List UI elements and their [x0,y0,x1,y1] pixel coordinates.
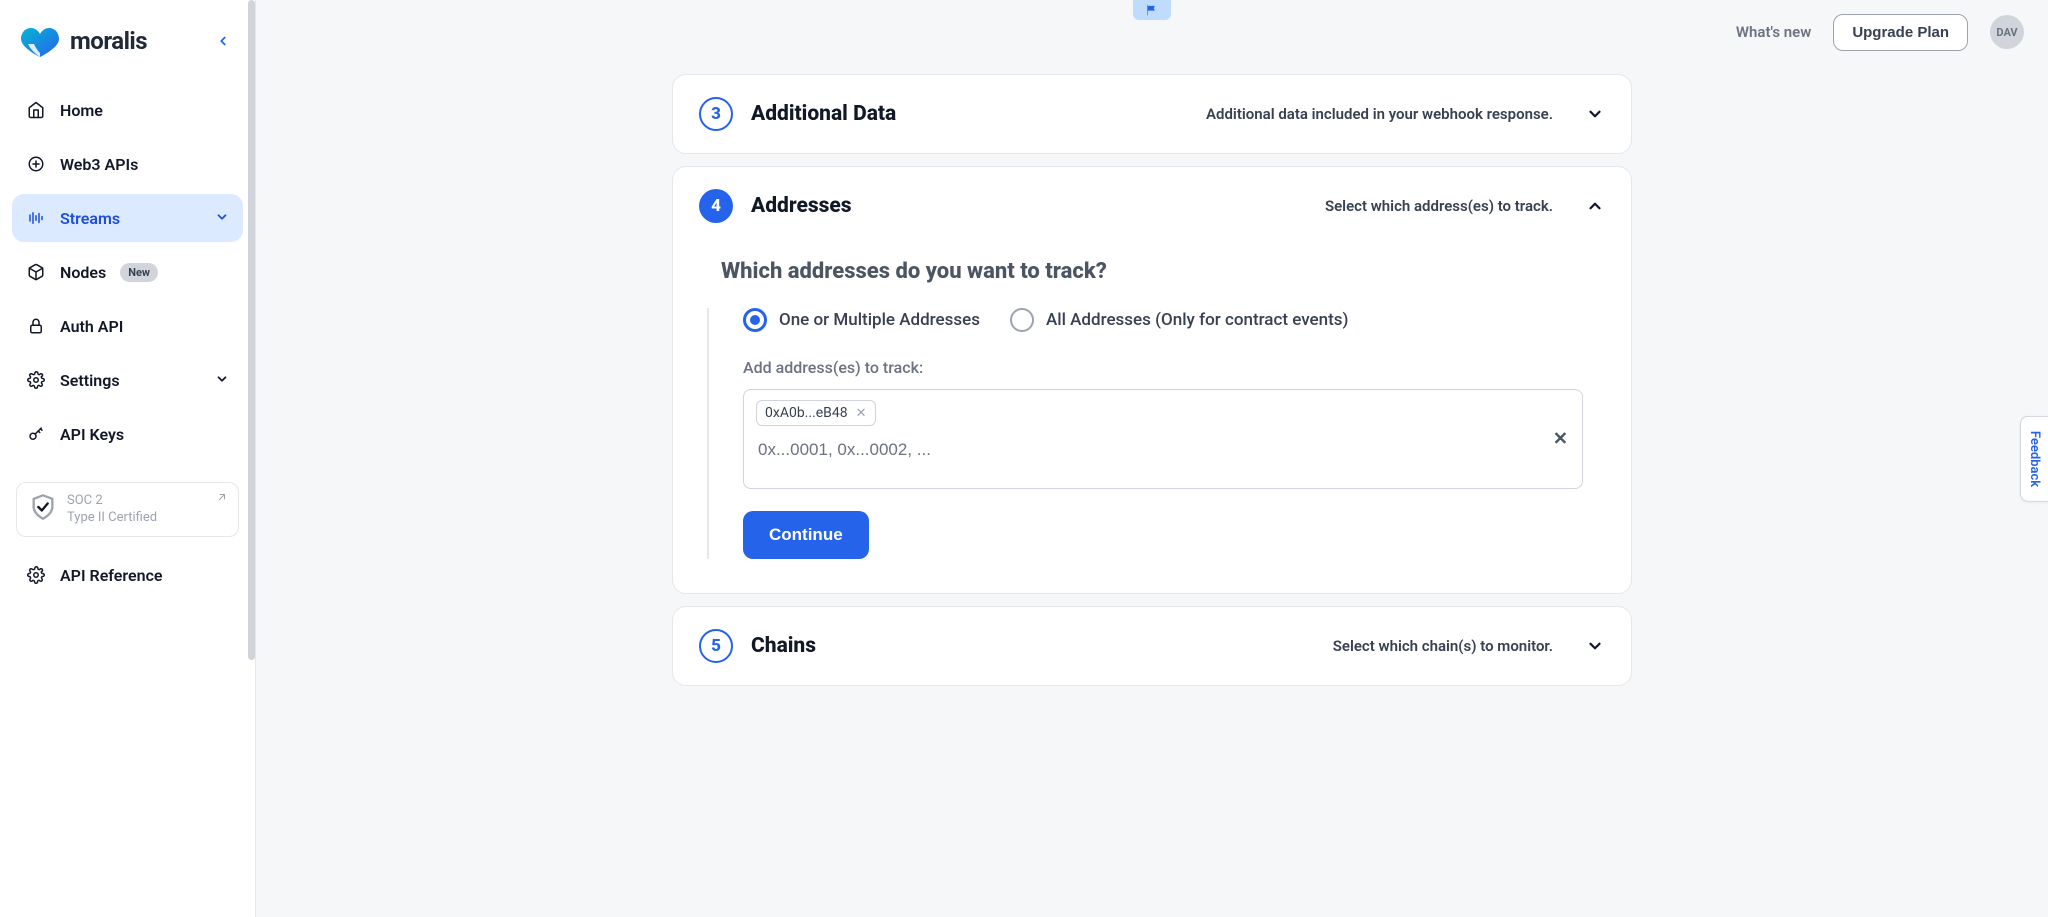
feedback-tab[interactable]: Feedback [2020,415,2048,501]
address-tag: 0xA0b...eB48 ✕ [756,400,876,426]
sidebar-item-auth-api[interactable]: Auth API [12,302,243,350]
radio-label: One or Multiple Addresses [779,310,980,330]
step-number: 5 [699,629,733,663]
radio-one-or-multiple[interactable]: One or Multiple Addresses [743,308,980,332]
sidebar-item-settings[interactable]: Settings [12,356,243,404]
remove-tag-icon[interactable]: ✕ [856,406,867,421]
sidebar-item-label: Nodes [60,263,106,282]
sidebar-collapse-button[interactable] [211,29,235,53]
sidebar-item-label: Streams [60,209,120,228]
new-badge: New [120,263,158,282]
gear-icon [26,565,46,585]
brand-logo[interactable]: moralis [20,24,147,58]
chevron-up-icon [1585,196,1605,216]
shield-check-icon [29,493,57,526]
radio-icon [1010,308,1034,332]
radio-label: All Addresses (Only for contract events) [1046,310,1348,330]
step-header[interactable]: 4 Addresses Select which address(es) to … [673,167,1631,245]
step-subtitle: Select which chain(s) to monitor. [1333,637,1553,655]
sidebar: moralis Home Web3 APIs [0,0,256,917]
step-card-chains: 5 Chains Select which chain(s) to monito… [672,606,1632,686]
address-field-label: Add address(es) to track: [743,358,1583,377]
soc2-card[interactable]: SOC 2 Type II Certified [16,482,239,537]
step-header[interactable]: 3 Additional Data Additional data includ… [673,75,1631,153]
step-title: Chains [751,634,816,658]
radio-all-addresses[interactable]: All Addresses (Only for contract events) [1010,308,1348,332]
external-link-icon [216,491,228,508]
clear-input-icon[interactable]: ✕ [1553,429,1568,450]
step-subtitle: Additional data included in your webhook… [1206,105,1553,123]
address-tag-text: 0xA0b...eB48 [765,405,848,421]
lock-icon [26,316,46,336]
chevron-down-icon [1585,104,1605,124]
sidebar-item-home[interactable]: Home [12,86,243,134]
soc2-line2: Type II Certified [67,510,157,526]
radio-icon [743,308,767,332]
address-input-container[interactable]: 0xA0b...eB48 ✕ ✕ [743,389,1583,489]
step-number: 3 [699,97,733,131]
step-header[interactable]: 5 Chains Select which chain(s) to monito… [673,607,1631,685]
sidebar-item-api-reference[interactable]: API Reference [12,551,243,599]
chevron-down-icon [215,371,229,390]
main: What's new Upgrade Plan DAV 3 Additional… [256,0,2048,917]
step-title: Addresses [751,194,852,218]
step-subtitle: Select which address(es) to track. [1325,197,1553,215]
brand-mark-icon [20,24,60,58]
soc2-line1: SOC 2 [67,493,157,509]
sidebar-item-label: Settings [60,371,120,390]
step-card-addresses: 4 Addresses Select which address(es) to … [672,166,1632,594]
brand-name: moralis [70,27,147,55]
sidebar-item-api-keys[interactable]: API Keys [12,410,243,458]
key-icon [26,424,46,444]
box-icon [26,262,46,282]
gear-icon [26,370,46,390]
sidebar-item-label: Home [60,101,103,120]
sidebar-item-label: Auth API [60,317,123,336]
sidebar-scrollbar[interactable] [248,0,255,917]
sidebar-item-label: API Keys [60,425,124,444]
step-card-additional-data: 3 Additional Data Additional data includ… [672,74,1632,154]
sidebar-item-web3-apis[interactable]: Web3 APIs [12,140,243,188]
step-title: Additional Data [751,102,896,126]
address-mode-radio-group: One or Multiple Addresses All Addresses … [743,308,1583,332]
cube-icon [26,154,46,174]
chevron-down-icon [215,209,229,228]
step-question: Which addresses do you want to track? [721,259,1583,284]
continue-button[interactable]: Continue [743,511,869,559]
sidebar-item-streams[interactable]: Streams [12,194,243,242]
streams-icon [26,208,46,228]
chevron-down-icon [1585,636,1605,656]
address-input[interactable] [756,436,1570,464]
home-icon [26,100,46,120]
sidebar-nav: Home Web3 APIs Streams [12,86,243,599]
sidebar-item-nodes[interactable]: Nodes New [12,248,243,296]
sidebar-item-label: API Reference [60,566,163,585]
sidebar-item-label: Web3 APIs [60,155,138,174]
step-number: 4 [699,189,733,223]
